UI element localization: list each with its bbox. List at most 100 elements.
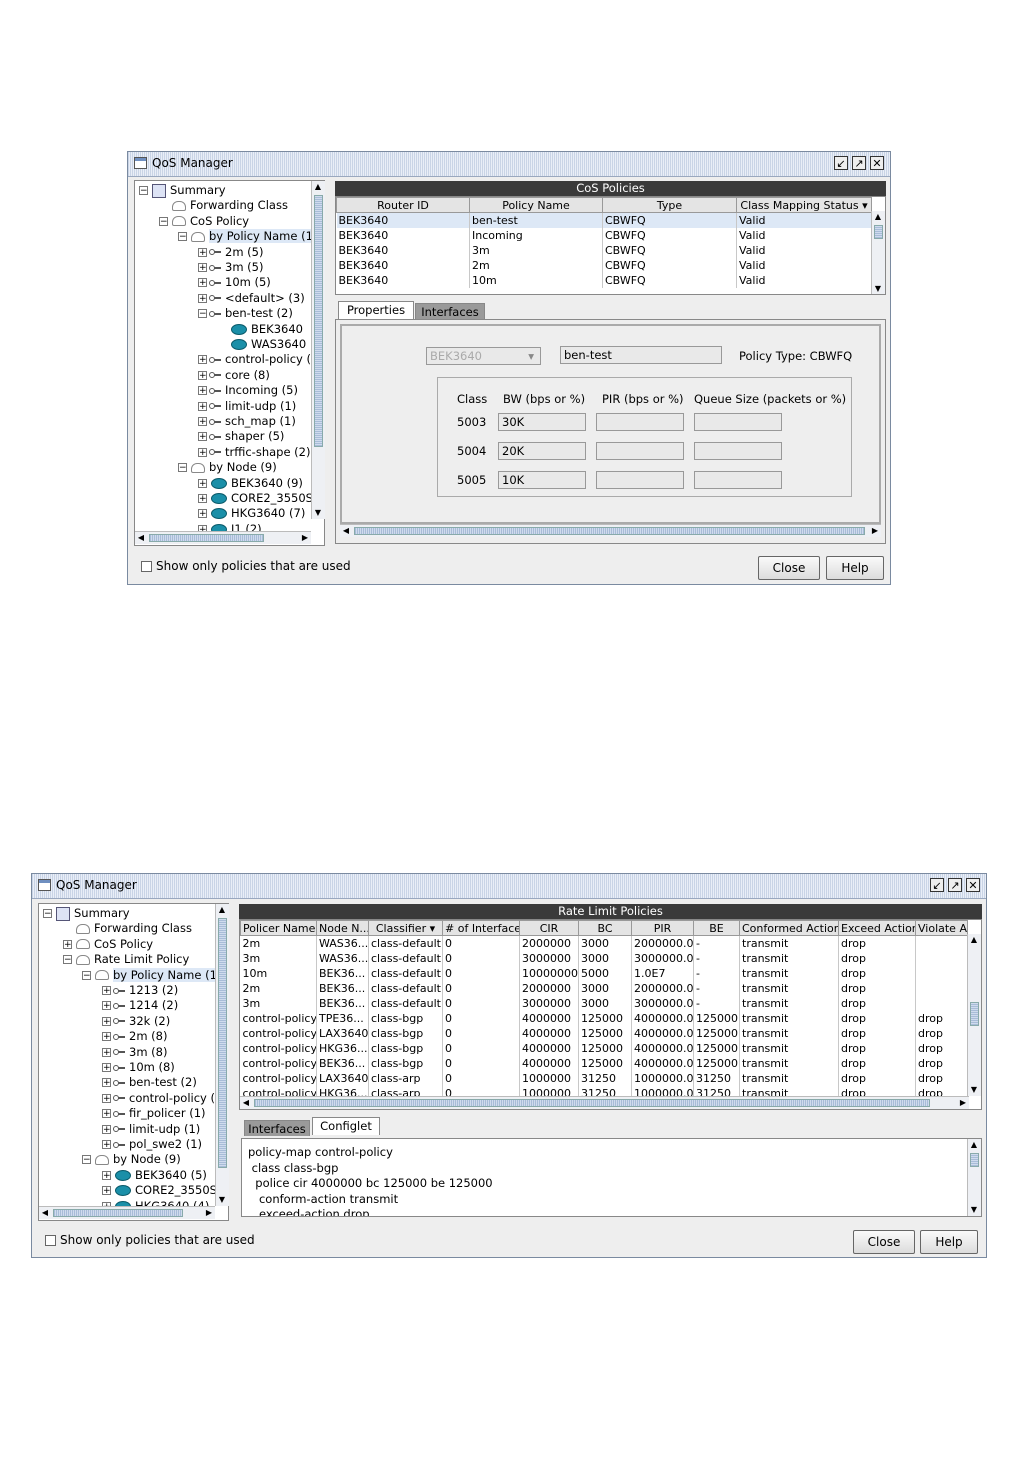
table-row[interactable]: 2m WAS36... class-default 0 2000000 3000 20000… (240, 935, 968, 951)
queue-size-field[interactable] (694, 413, 782, 431)
table-row[interactable]: control-policy BEK36... class-bgp 0 4000000 1… (240, 1056, 968, 1071)
table-row[interactable]: 3m WAS36... class-default 0 3000000 3000 30000… (240, 951, 968, 966)
show-used-checkbox[interactable] (141, 561, 152, 572)
collapse-icon[interactable]: − (82, 1155, 91, 1165)
tree-item[interactable]: +10m (5) (198, 275, 271, 290)
expand-icon[interactable]: + (198, 278, 207, 288)
policy-name-field[interactable]: ben-test (560, 346, 722, 364)
tree-item[interactable]: +1213 (2) (102, 983, 178, 998)
tree-item[interactable]: + ben-test (2) (102, 1075, 197, 1090)
router-select[interactable]: BEK3640 ▾ (426, 347, 541, 365)
maximize-icon[interactable]: ↗ (948, 878, 962, 892)
scroll-thumb[interactable] (218, 918, 227, 1168)
tree-item[interactable]: − by Node (9) (82, 1152, 181, 1167)
collapse-icon[interactable]: − (43, 909, 52, 919)
tree-item[interactable]: +3m (8) (102, 1045, 167, 1060)
column-header[interactable]: Violate A (915, 920, 968, 936)
scroll-down-icon[interactable]: ▼ (216, 1194, 228, 1206)
column-header[interactable]: Node N... (316, 920, 369, 936)
table-vertical-scrollbar[interactable]: ▲ ▼ (871, 211, 885, 294)
tree-item[interactable]: + core (8) (198, 368, 270, 383)
tree-item[interactable]: +2m (5) (198, 245, 263, 260)
close-icon[interactable]: ✕ (966, 878, 980, 892)
tree-item[interactable]: + limit-udp (1) (198, 399, 296, 414)
tree-item[interactable]: + trffic-shape (2) (198, 445, 310, 460)
scroll-up-icon[interactable]: ▲ (968, 1139, 980, 1151)
tree-item[interactable]: + shaper (5) (198, 429, 284, 444)
expand-icon[interactable]: + (102, 1093, 111, 1103)
scroll-left-icon[interactable]: ◀ (340, 525, 352, 537)
expand-icon[interactable]: + (198, 370, 207, 380)
table-row[interactable]: control-policy HKG36... class-bgp 0 4000000 1… (240, 1041, 968, 1056)
title-bar[interactable]: QoS Manager ↙ ↗ ✕ (128, 152, 890, 177)
tree-item[interactable]: + control-policy (4) (198, 352, 323, 367)
expand-icon[interactable]: + (102, 1140, 111, 1150)
column-header[interactable]: Policer Name (240, 920, 317, 936)
scroll-thumb[interactable] (53, 1209, 183, 1217)
collapse-icon[interactable]: − (198, 309, 207, 319)
tab-configlet[interactable]: Configlet (312, 1117, 380, 1135)
column-header[interactable]: PIR (631, 920, 694, 936)
tree-item[interactable]: + CORE2_3550S (198, 491, 313, 506)
expand-icon[interactable]: + (63, 939, 72, 949)
minimize-icon[interactable]: ↙ (834, 156, 848, 170)
tree-item[interactable]: Forwarding Class (159, 198, 288, 213)
table-vertical-scrollbar[interactable]: ▲ ▼ (967, 934, 981, 1096)
column-header[interactable]: Router ID (336, 197, 470, 213)
column-header[interactable]: Policy Name (469, 197, 603, 213)
expand-icon[interactable]: + (102, 986, 111, 996)
tab-interfaces[interactable]: Interfaces (244, 1120, 310, 1136)
scroll-right-icon[interactable]: ▶ (203, 1207, 215, 1219)
tree-horizontal-scrollbar[interactable]: ◀ ▶ (135, 531, 311, 544)
column-header[interactable]: Classifier ▾ (368, 920, 443, 936)
expand-icon[interactable]: + (198, 432, 207, 442)
tree-item[interactable]: +10m (8) (102, 1060, 175, 1075)
tree-vertical-scrollbar[interactable]: ▲ ▼ (215, 904, 229, 1206)
column-header[interactable]: Exceed Action (838, 920, 916, 936)
expand-icon[interactable]: + (102, 1186, 111, 1196)
expand-icon[interactable]: + (198, 293, 207, 303)
tree-item[interactable]: − by Policy Name (12 (178, 229, 321, 244)
tree-item[interactable]: Forwarding Class (63, 921, 192, 936)
tree-item[interactable]: + Incoming (5) (198, 383, 298, 398)
scroll-up-icon[interactable]: ▲ (968, 934, 980, 946)
table-row[interactable]: BEK3640 Incoming CBWFQ Valid (336, 228, 872, 243)
column-header[interactable]: CIR (519, 920, 579, 936)
scroll-thumb[interactable] (354, 527, 865, 535)
tree-item[interactable]: + BEK3640 (9) (198, 476, 303, 491)
expand-icon[interactable]: + (198, 509, 207, 519)
tree-item[interactable]: − Rate Limit Policy (63, 952, 189, 967)
navigation-tree[interactable]: − Summary Forwarding Class + CoS Policy − Rate… (38, 903, 229, 1221)
collapse-icon[interactable]: − (139, 186, 148, 196)
scroll-down-icon[interactable]: ▼ (312, 507, 324, 519)
scroll-down-icon[interactable]: ▼ (872, 283, 884, 294)
expand-icon[interactable]: + (102, 1124, 111, 1134)
collapse-icon[interactable]: − (63, 955, 72, 965)
expand-icon[interactable]: + (198, 247, 207, 257)
expand-icon[interactable]: + (102, 1063, 111, 1073)
queue-size-field[interactable] (694, 471, 782, 489)
tree-horizontal-scrollbar[interactable]: ◀ ▶ (39, 1206, 215, 1219)
expand-icon[interactable]: + (102, 1170, 111, 1180)
column-header[interactable]: BC (578, 920, 632, 936)
scroll-right-icon[interactable]: ▶ (299, 532, 311, 544)
expand-icon[interactable]: + (198, 494, 207, 504)
tree-item[interactable]: BEK3640 (218, 322, 303, 337)
expand-icon[interactable]: + (102, 1032, 111, 1042)
collapse-icon[interactable]: − (159, 216, 168, 226)
table-row[interactable]: BEK3640 2m CBWFQ Valid (336, 258, 872, 273)
tree-item[interactable]: + fir_policer (1) (102, 1106, 206, 1121)
scroll-thumb[interactable] (970, 1153, 979, 1167)
table-row[interactable]: BEK3640 ben-test CBWFQ Valid (336, 212, 872, 228)
tree-item[interactable]: + CORE2_3550S (102, 1183, 217, 1198)
pir-field[interactable] (596, 442, 684, 460)
help-button[interactable]: Help (920, 1230, 978, 1254)
expand-icon[interactable]: + (198, 401, 207, 411)
tree-item[interactable]: + HKG3640 (7) (198, 506, 305, 521)
expand-icon[interactable]: + (102, 1016, 111, 1026)
queue-size-field[interactable] (694, 442, 782, 460)
maximize-icon[interactable]: ↗ (852, 156, 866, 170)
scroll-down-icon[interactable]: ▼ (968, 1204, 980, 1216)
column-header[interactable]: Type (602, 197, 737, 213)
scroll-up-icon[interactable]: ▲ (872, 211, 884, 223)
